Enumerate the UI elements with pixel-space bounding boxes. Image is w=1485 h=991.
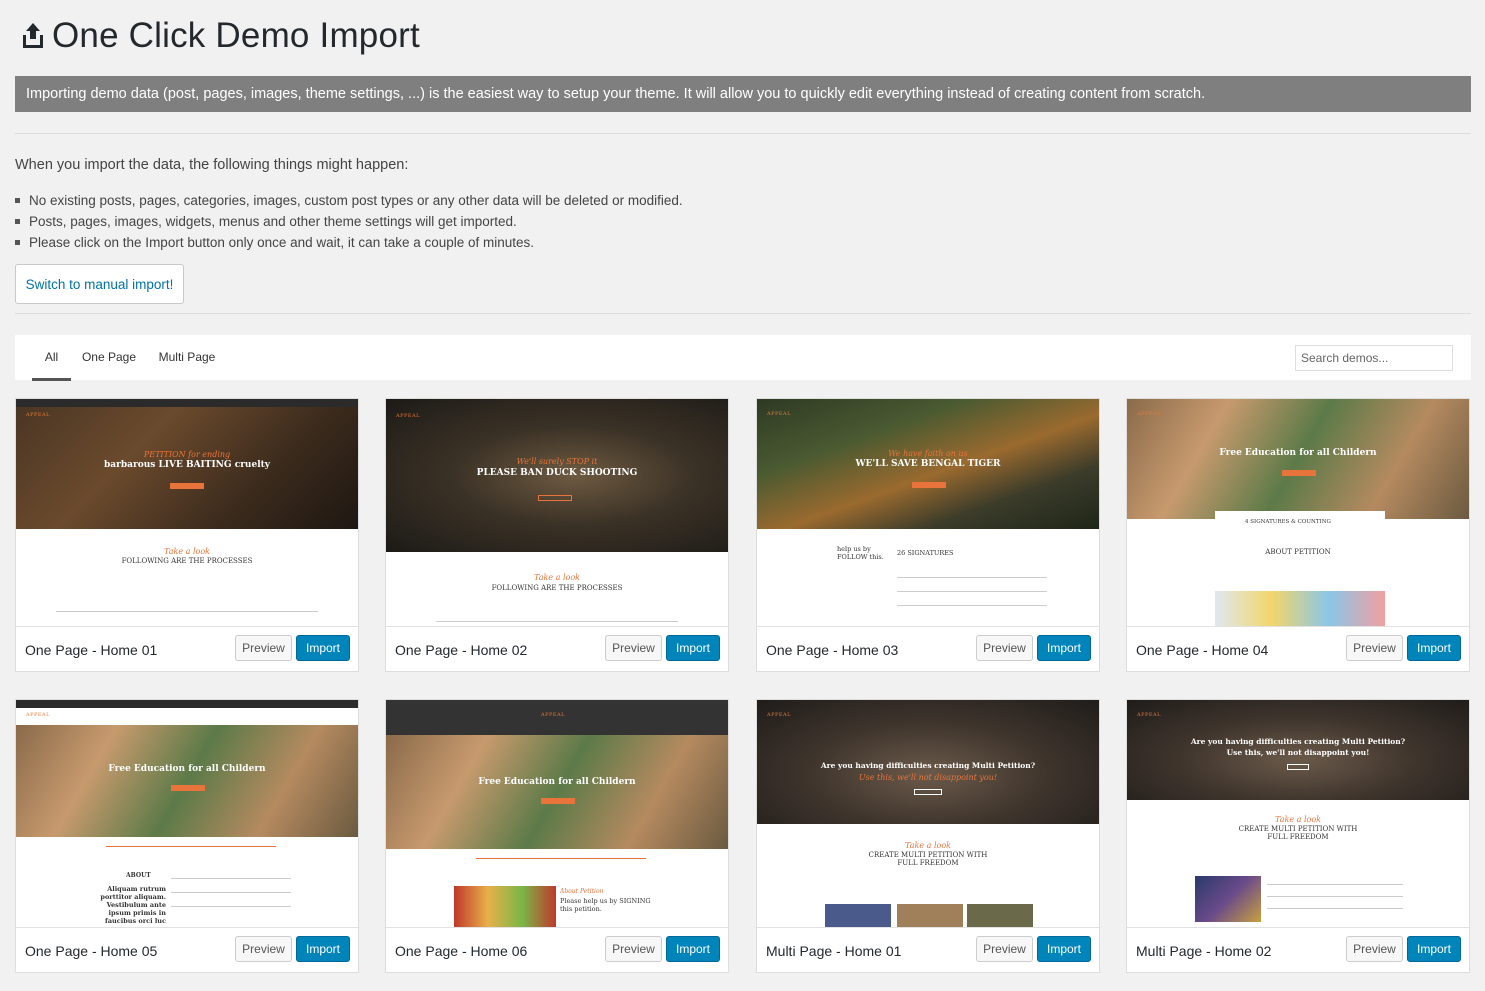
demo-card: APPEAL Free Education for all Childern A… xyxy=(15,699,359,973)
divider xyxy=(15,313,1471,314)
demo-card: APPEAL Are you having difficulties creat… xyxy=(756,699,1100,973)
demo-name: One Page - Home 03 xyxy=(766,642,899,658)
demo-card-footer: One Page - Home 04 Preview Import xyxy=(1127,628,1469,671)
intro-banner: Importing demo data (post, pages, images… xyxy=(15,76,1471,112)
preview-button[interactable]: Preview xyxy=(1346,936,1403,962)
demo-card: APPEAL Free Education for all Childern 4… xyxy=(1126,398,1470,672)
import-button[interactable]: Import xyxy=(296,936,350,962)
bullet-icon xyxy=(15,198,20,203)
import-button[interactable]: Import xyxy=(1407,936,1461,962)
import-button[interactable]: Import xyxy=(666,635,720,661)
demo-thumbnail[interactable]: APPEAL PETITION for ending barbarous LIV… xyxy=(16,399,358,627)
demo-card-footer: One Page - Home 02 Preview Import xyxy=(386,628,728,671)
import-button[interactable]: Import xyxy=(1407,635,1461,661)
demo-card-footer: One Page - Home 03 Preview Import xyxy=(757,628,1099,671)
tab-multi-page[interactable]: Multi Page xyxy=(155,335,219,380)
switch-manual-import-button[interactable]: Switch to manual import! xyxy=(15,264,184,304)
demo-card-footer: One Page - Home 06 Preview Import xyxy=(386,929,728,972)
preview-button[interactable]: Preview xyxy=(605,635,662,661)
page-header: One Click Demo Import xyxy=(20,14,420,58)
demo-name: One Page - Home 01 xyxy=(25,642,158,658)
demo-card: APPEAL PETITION for ending barbarous LIV… xyxy=(15,398,359,672)
list-item: Posts, pages, images, widgets, menus and… xyxy=(15,211,683,232)
import-button[interactable]: Import xyxy=(666,936,720,962)
demo-card-footer: Multi Page - Home 01 Preview Import xyxy=(757,929,1099,972)
demo-card: APPEAL Free Education for all Childern A… xyxy=(385,699,729,973)
preview-button[interactable]: Preview xyxy=(235,936,292,962)
search-demos-input[interactable] xyxy=(1295,345,1453,371)
demo-card-footer: Multi Page - Home 02 Preview Import xyxy=(1127,929,1469,972)
list-item: Please click on the Import button only o… xyxy=(15,232,683,253)
list-item: No existing posts, pages, categories, im… xyxy=(15,190,683,211)
demo-card: APPEAL Are you having difficulties creat… xyxy=(1126,699,1470,973)
preview-button[interactable]: Preview xyxy=(235,635,292,661)
demo-thumbnail[interactable]: APPEAL Free Education for all Childern A… xyxy=(386,700,728,928)
tab-all[interactable]: All xyxy=(32,335,71,381)
demo-name: One Page - Home 05 xyxy=(25,943,158,959)
upload-icon xyxy=(20,21,46,51)
import-button[interactable]: Import xyxy=(1037,635,1091,661)
demo-name: Multi Page - Home 02 xyxy=(1136,943,1272,959)
demo-card-footer: One Page - Home 05 Preview Import xyxy=(16,929,358,972)
page-title: One Click Demo Import xyxy=(52,16,420,55)
notice-heading: When you import the data, the following … xyxy=(15,157,409,173)
bullet-icon xyxy=(15,219,20,224)
demo-thumbnail[interactable]: APPEAL We'll surely STOP it PLEASE BAN D… xyxy=(386,399,728,627)
demo-name: One Page - Home 04 xyxy=(1136,642,1269,658)
tab-one-page[interactable]: One Page xyxy=(79,335,139,380)
import-button[interactable]: Import xyxy=(296,635,350,661)
demo-filter-bar: All One Page Multi Page xyxy=(15,335,1471,381)
demo-card: APPEAL We have faith on us WE'LL SAVE BE… xyxy=(756,398,1100,672)
demo-thumbnail[interactable]: APPEAL Are you having difficulties creat… xyxy=(1127,700,1469,928)
demo-card-footer: One Page - Home 01 Preview Import xyxy=(16,628,358,671)
demo-thumbnail[interactable]: APPEAL Free Education for all Childern 4… xyxy=(1127,399,1469,627)
divider xyxy=(15,133,1471,134)
preview-button[interactable]: Preview xyxy=(976,936,1033,962)
demo-name: One Page - Home 06 xyxy=(395,943,528,959)
preview-button[interactable]: Preview xyxy=(1346,635,1403,661)
demo-name: One Page - Home 02 xyxy=(395,642,528,658)
notice-list: No existing posts, pages, categories, im… xyxy=(15,190,683,253)
demo-thumbnail[interactable]: APPEAL We have faith on us WE'LL SAVE BE… xyxy=(757,399,1099,627)
preview-button[interactable]: Preview xyxy=(976,635,1033,661)
demo-name: Multi Page - Home 01 xyxy=(766,943,902,959)
demo-thumbnail[interactable]: APPEAL Are you having difficulties creat… xyxy=(757,700,1099,928)
demo-thumbnail[interactable]: APPEAL Free Education for all Childern A… xyxy=(16,700,358,928)
bullet-icon xyxy=(15,240,20,245)
preview-button[interactable]: Preview xyxy=(605,936,662,962)
import-button[interactable]: Import xyxy=(1037,936,1091,962)
demo-card: APPEAL We'll surely STOP it PLEASE BAN D… xyxy=(385,398,729,672)
